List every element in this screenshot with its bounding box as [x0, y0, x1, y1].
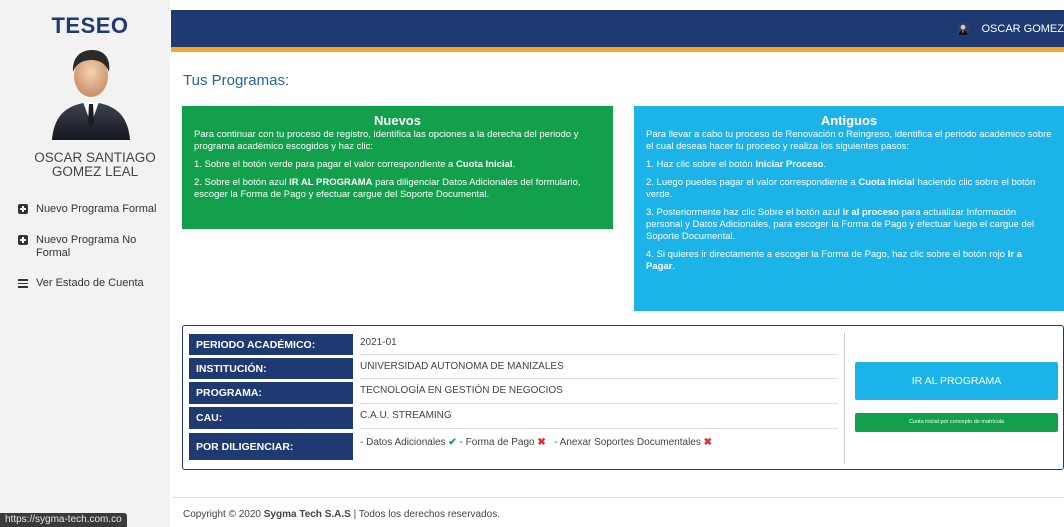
footer-copyright: Copyright © 2020 Sygma Tech S.A.S | Todo… — [183, 509, 500, 520]
top-user-menu[interactable]: OSCAR GOMEZ — [957, 23, 1064, 35]
sidebar-item-label: Nuevo Programa Formal — [36, 203, 157, 215]
plus-square-icon — [18, 235, 28, 245]
user-full-name: OSCAR SANTIAGO GOMEZ LEAL — [34, 150, 156, 179]
antiguos-step-3: 3. Posteriormente haz clic Sobre el botó… — [646, 207, 1035, 242]
sidebar-item-ver-estado-de-cuenta[interactable]: Ver Estado de Cuenta — [0, 277, 150, 290]
menu-bars-icon — [18, 278, 28, 288]
programa-value: TECNOLOGÍA EN GESTIÓN DE NEGOCIOS — [360, 382, 838, 404]
panel-divider — [844, 333, 845, 464]
antiguos-step-4: 4. Si quieres ir directamente a escoger … — [646, 249, 1022, 272]
footer-company: Sygma Tech S.A.S — [263, 509, 351, 520]
pending-forma-de-pago: - Forma de Pago — [456, 437, 535, 448]
sidebar-item-label: Ver Estado de Cuenta — [36, 277, 144, 289]
periodo-value: 2021-01 — [360, 334, 838, 355]
brand-logo[interactable]: TESEO — [0, 13, 180, 39]
sidebar-item-nuevo-programa-formal[interactable]: Nuevo Programa Formal — [0, 203, 162, 216]
sidebar-item-nuevo-programa-no-formal[interactable]: Nuevo Programa No Formal — [0, 234, 172, 260]
nuevos-info-box: Nuevos Para continuar con tu proceso de … — [182, 106, 613, 229]
antiguos-title: Antiguos — [820, 113, 878, 128]
cross-icon: ✖ — [537, 437, 546, 448]
nuevos-intro: Para continuar con tu proceso de registr… — [194, 129, 579, 152]
ir-al-programa-button[interactable]: IR AL PROGRAMA — [855, 362, 1058, 400]
periodo-label: PERIODO ACADÉMICO: — [189, 334, 353, 355]
cau-value: C.A.U. STREAMING — [360, 407, 838, 429]
antiguos-info-box: Antiguos Para llevar a cabo tu proceso d… — [634, 106, 1064, 311]
user-avatar — [52, 50, 130, 140]
sidebar: TESEO OSCAR SANTIAGO GOMEZ LEAL Nuevo Pr… — [0, 0, 170, 527]
nuevos-step-2: 2. Sobre el botón azul IR AL PROGRAMA pa… — [194, 177, 581, 200]
por-diligenciar-label: POR DILIGENCIAR: — [189, 433, 353, 460]
topbar-accent-strip — [171, 47, 1064, 52]
status-bar-url: https://sygma-tech.com.co — [0, 513, 127, 527]
cau-label: CAU: — [189, 407, 353, 429]
cross-icon: ✖ — [703, 437, 713, 448]
pending-datos-adicionales: - Datos Adicionales — [360, 437, 446, 448]
user-avatar-icon — [957, 23, 970, 35]
nuevos-step-1: 1. Sobre el botón verde para pagar el va… — [194, 159, 516, 170]
top-user-name: OSCAR GOMEZ — [981, 23, 1064, 35]
antiguos-intro: Para llevar a cabo tu proceso de Renovac… — [646, 129, 1052, 152]
por-diligenciar-value: - Datos Adicionales ✔ - Forma de Pago ✖ … — [360, 433, 838, 460]
pending-soportes: - Anexar Soportes Documentales — [554, 437, 701, 448]
antiguos-step-2: 2. Luego puedes pagar el valor correspon… — [646, 177, 1036, 200]
antiguos-step-1: 1. Haz clic sobre el botón Iniciar Proce… — [646, 159, 827, 170]
footer-divider — [171, 497, 1064, 498]
institucion-value: UNIVERSIDAD AUTONOMA DE MANIZALES — [360, 358, 838, 379]
cuota-inicial-button[interactable]: Cuota inicial por concepto de matrícula — [855, 413, 1058, 432]
sidebar-item-label: Nuevo Programa No Formal — [36, 234, 137, 259]
page-title: Tus Programas: — [183, 72, 290, 89]
check-icon: ✔ — [448, 437, 457, 448]
program-panel: PERIODO ACADÉMICO: 2021-01 INSTITUCIÓN: … — [182, 325, 1064, 470]
programa-label: PROGRAMA: — [189, 382, 353, 404]
top-navbar: OSCAR GOMEZ — [171, 10, 1064, 47]
plus-square-icon — [18, 204, 28, 214]
institucion-label: INSTITUCIÓN: — [189, 358, 353, 379]
nuevos-title: Nuevos — [374, 113, 421, 128]
